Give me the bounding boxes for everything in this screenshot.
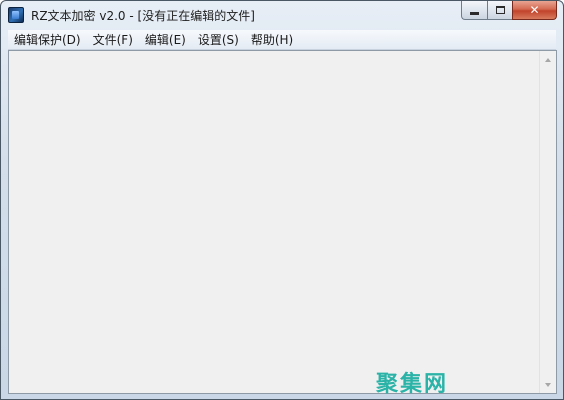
maximize-icon (495, 6, 505, 14)
editor-area (8, 50, 557, 394)
app-lock-icon[interactable] (8, 7, 24, 23)
menu-file[interactable]: 文件(F) (87, 31, 139, 49)
menu-edit[interactable]: 编辑(E) (139, 31, 192, 49)
menu-help[interactable]: 帮助(H) (245, 31, 299, 49)
menu-bar: 编辑保护(D) 文件(F) 编辑(E) 设置(S) 帮助(H) (8, 30, 556, 50)
caption-buttons: ✕ (461, 1, 557, 20)
minimize-button[interactable] (461, 1, 487, 20)
scroll-up-button[interactable] (540, 51, 556, 68)
menu-edit-protect[interactable]: 编辑保护(D) (8, 31, 87, 49)
maximize-button[interactable] (487, 1, 512, 20)
vertical-scrollbar[interactable] (539, 51, 556, 393)
chevron-down-icon (545, 382, 551, 387)
watermark-logo: 聚集网 (376, 372, 449, 397)
text-editor[interactable] (9, 51, 540, 393)
close-icon: ✕ (529, 3, 540, 17)
chevron-up-icon (545, 57, 551, 62)
window-title: RZ文本加密 v2.0 - [没有正在编辑的文件] (31, 9, 255, 23)
close-button[interactable]: ✕ (512, 1, 557, 20)
scroll-down-button[interactable] (540, 376, 556, 393)
title-bar[interactable]: RZ文本加密 v2.0 - [没有正在编辑的文件] ✕ (1, 1, 563, 31)
app-window: RZ文本加密 v2.0 - [没有正在编辑的文件] ✕ 编辑保护(D) 文件(F… (0, 0, 564, 400)
minimize-icon (470, 11, 479, 15)
menu-settings[interactable]: 设置(S) (192, 31, 245, 49)
